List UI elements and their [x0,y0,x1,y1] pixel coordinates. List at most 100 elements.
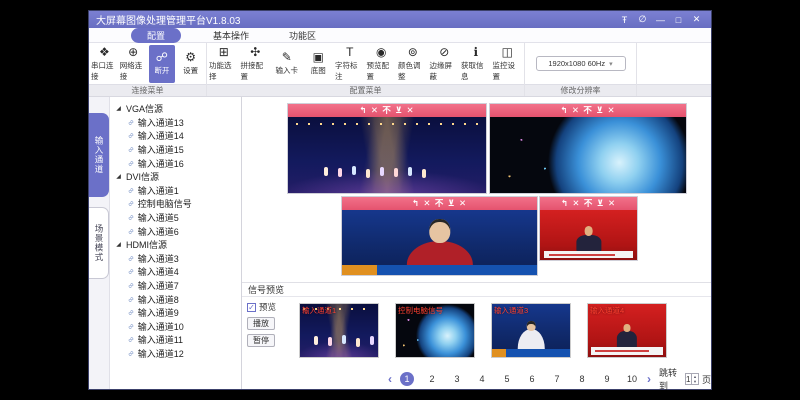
toolbar-button-label: 输入卡 [276,65,299,76]
side-tab-strip: 输入通道 场景模式 [89,97,110,389]
thumbnail-input-3[interactable]: 输入通道3 [491,303,571,358]
tab-basic-operation[interactable]: 基本操作 [205,28,257,43]
tree-node[interactable]: ◢ ∞ 输入通道7 [115,279,239,293]
disconnect-button[interactable]: ☍ 断开 [149,45,176,83]
play-button[interactable]: 播放 [247,317,275,330]
splice-config-button[interactable]: ✣ 拼接配置 [241,45,271,83]
tree-node[interactable]: ◢ ∞ 输入通道16 [115,156,239,170]
tab-scene-mode[interactable]: 场景模式 [89,207,109,279]
prev-page-arrow[interactable]: ‹ [388,372,392,386]
thumbnail-label: 输入通道4 [590,305,624,316]
video-content [490,117,686,193]
maximize-icon[interactable]: □ [671,13,686,26]
tree-node[interactable]: ◢ ∞ 输入通道9 [115,306,239,320]
tree-node[interactable]: ◢ ∞ 控制电脑信号 [115,197,239,211]
tree-node[interactable]: ◢ ∞ 输入通道15 [115,143,239,157]
tree-node[interactable]: ◢ ∞ DVI信源 [115,170,239,184]
tree-node-label: 输入通道1 [138,184,179,197]
thumbnail-input-4[interactable]: 输入通道4 [587,303,667,358]
video-window-podium[interactable]: ↰ ✕ 不 ⊻ ✕ [539,196,638,261]
toolbar-spacer [637,43,711,96]
tree-node[interactable]: ◢ ∞ 输入通道3 [115,252,239,266]
video-window-toolbar[interactable]: ↰ ✕ 不 ⊻ ✕ [342,197,537,210]
connect-group-label: 连接菜单 [89,84,206,96]
next-page-arrow[interactable]: › [647,372,651,386]
jump-page-input[interactable]: 1 ▴ ▾ [685,373,699,385]
video-window-toolbar[interactable]: ↰ ✕ 不 ⊻ ✕ [540,197,637,210]
close-icon[interactable]: ✕ [689,13,704,26]
serial-connect-button[interactable]: ❖ 串口连接 [91,45,118,83]
toolbar-button-label: 边缘屏蔽 [430,60,460,82]
page-number[interactable]: 9 [600,372,614,386]
tree-node[interactable]: ◢ ∞ 输入通道10 [115,320,239,334]
toolbar-button-label: 字符标注 [335,60,365,82]
pin-icon[interactable]: Ŧ [617,13,632,26]
page-number[interactable]: 7 [550,372,564,386]
network-connect-button[interactable]: ⊕ 网络连接 [120,45,147,83]
video-window-bubble[interactable]: ↰ ✕ 不 ⊻ ✕ [489,103,687,194]
tree-node[interactable]: ◢ ∞ 输入通道8 [115,292,239,306]
monitor-settings-button[interactable]: ◫ 监控设置 [493,45,523,83]
toolbar-button-icon: ℹ [473,46,478,59]
tree-node[interactable]: ◢ ∞ HDMI信源 [115,238,239,252]
tree-node[interactable]: ◢ ∞ 输入通道5 [115,211,239,225]
tab-input-channels[interactable]: 输入通道 [89,113,109,197]
tree-node[interactable]: ◢ ∞ 输入通道14 [115,129,239,143]
preview-checkbox[interactable]: ✓ [247,303,256,312]
tree-node[interactable]: ◢ ∞ 输入通道11 [115,333,239,347]
get-info-button[interactable]: ℹ 获取信息 [461,45,491,83]
page-number[interactable]: 8 [575,372,589,386]
thumbnail-control-pc[interactable]: 控制电脑信号 [395,303,475,358]
preview-controls: ✓ 预览 播放 暂停 [247,301,289,369]
toolbar-button-label: 拼接配置 [241,60,271,82]
resolution-group: 1920x1080 60Hz ▾ 修改分辨率 [525,43,637,96]
video-window-stage[interactable]: ↰ ✕ 不 ⊻ ✕ [287,103,487,194]
spin-down-icon[interactable]: ▾ [692,379,698,384]
input-card-button[interactable]: ✎ 输入卡 [272,45,302,83]
page-number[interactable]: 5 [500,372,514,386]
video-window-news[interactable]: ↰ ✕ 不 ⊻ ✕ [341,196,538,276]
toolbar-button-label: 颜色调整 [398,60,428,82]
video-window-toolbar[interactable]: ↰ ✕ 不 ⊻ ✕ [288,104,486,117]
main-area: 输入通道 场景模式 ◢ ∞ VGA信源 ◢ ∞ 输入通 [89,97,711,389]
thumbnail-label: 输入通道3 [494,305,528,316]
page-number[interactable]: 2 [425,372,439,386]
page-number[interactable]: 4 [475,372,489,386]
minimize-icon[interactable]: — [653,13,668,26]
tab-function-area[interactable]: 功能区 [281,28,324,43]
title-bar[interactable]: 大屏幕图像处理管理平台V1.8.03 Ŧ ∅ — □ ✕ [89,11,711,28]
tree-node[interactable]: ◢ ∞ 输入通道13 [115,116,239,130]
base-image-button[interactable]: ▣ 底图 [304,45,334,83]
video-window-toolbar[interactable]: ↰ ✕ 不 ⊻ ✕ [490,104,686,117]
page-number[interactable]: 1 [400,372,414,386]
source-tree: ◢ ∞ VGA信源 ◢ ∞ 输入通道13 ◢ ∞ 输入通道14 [110,97,242,389]
tree-node[interactable]: ◢ ∞ 输入通道4 [115,265,239,279]
page-number[interactable]: 10 [625,372,639,386]
caption-bar [544,251,633,258]
resolution-dropdown[interactable]: 1920x1080 60Hz ▾ [536,56,626,71]
tree-node-label: 输入通道11 [138,333,183,346]
tree-node-label: 输入通道7 [138,279,179,292]
function-select-button[interactable]: ⊞ 功能选择 [209,45,239,83]
thumbnail-input-1[interactable]: 输入通道1 [299,303,379,358]
toolbar-button-icon: ✣ [250,46,260,59]
page-number[interactable]: 6 [525,372,539,386]
text-annotation-button[interactable]: T 字符标注 [335,45,365,83]
tree-node[interactable]: ◢ ∞ VGA信源 [115,102,239,116]
expand-arrow-icon: ◢ [115,173,122,180]
tree-node[interactable]: ◢ ∞ 输入通道6 [115,224,239,238]
jump-spinner[interactable]: ▴ ▾ [691,374,698,384]
tree-node[interactable]: ◢ ∞ 输入通道1 [115,184,239,198]
tab-config[interactable]: 配置 [131,28,181,43]
link-icon: ∞ [126,185,136,195]
screen: 大屏幕图像处理管理平台V1.8.03 Ŧ ∅ — □ ✕ 配置 [0,0,800,400]
color-adjust-button[interactable]: ⊚ 颜色调整 [398,45,428,83]
pause-button[interactable]: 暂停 [247,334,275,347]
preview-config-button[interactable]: ◉ 预览配置 [367,45,397,83]
edge-mask-button[interactable]: ⊘ 边缘屏蔽 [430,45,460,83]
page-number[interactable]: 3 [450,372,464,386]
tree-node[interactable]: ◢ ∞ 输入通道12 [115,347,239,361]
jump-suffix: 页 [702,373,711,386]
skin-icon[interactable]: ∅ [635,13,650,26]
settings-button[interactable]: ⚙ 设置 [177,45,204,83]
